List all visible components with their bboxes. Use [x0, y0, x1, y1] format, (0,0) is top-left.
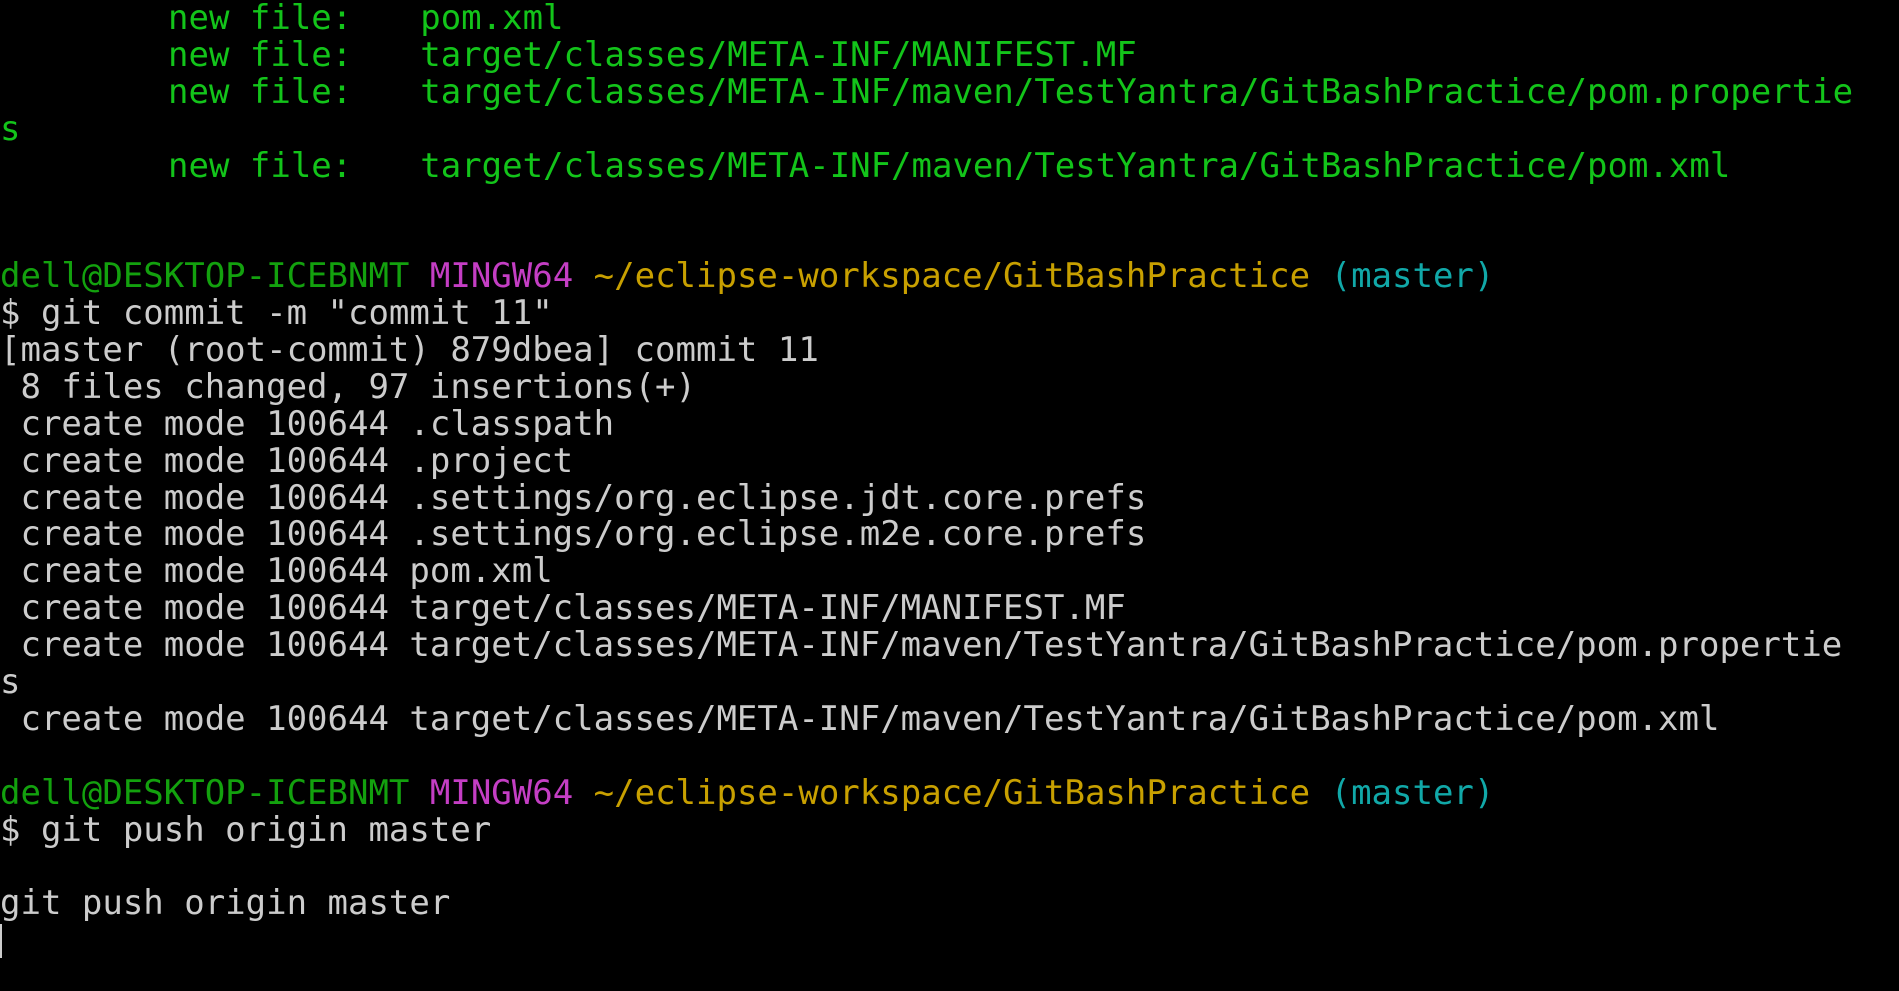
command-line: $ git push origin master — [0, 811, 492, 849]
prompt-shell: MINGW64 — [429, 258, 574, 296]
staged-label: new file: — [168, 0, 353, 37]
prompt-branch: (master) — [1330, 774, 1495, 812]
staged-label: new file: — [168, 73, 353, 111]
staged-label: new file: — [168, 36, 353, 74]
staged-file-line: new file: target/classes/META-INF/MANIFES… — [0, 37, 1899, 74]
staged-path: target/classes/META-INF/maven/TestYantra… — [420, 73, 1854, 111]
output-line: create mode 100644 .settings/org.eclipse… — [0, 479, 1147, 517]
staged-path: pom.xml — [420, 0, 564, 37]
output-line: create mode 100644 target/classes/META-I… — [0, 627, 1843, 665]
staged-path: target/classes/META-INF/maven/TestYantra… — [420, 147, 1731, 185]
input-line[interactable] — [0, 922, 1899, 959]
prompt-user: dell@DESKTOP-ICEBNMT — [0, 258, 410, 296]
staged-file-line: new file: target/classes/META-INF/maven/T… — [0, 74, 1899, 111]
output-line: create mode 100644 .project — [0, 442, 574, 480]
prompt-branch: (master) — [1330, 258, 1495, 296]
command-line: $ git commit -m "commit 11" — [0, 295, 553, 333]
staged-path: target/classes/META-INF/MANIFEST.MF — [420, 36, 1137, 74]
output-line: 8 files changed, 97 insertions(+) — [0, 368, 696, 406]
output-line: create mode 100644 target/classes/META-I… — [0, 590, 1126, 628]
prompt-shell: MINGW64 — [429, 774, 574, 812]
staged-wrap-text: s — [0, 110, 21, 148]
output-line: create mode 100644 pom.xml — [0, 553, 553, 591]
text-cursor — [0, 924, 2, 959]
output-line: s — [0, 664, 21, 701]
prompt-path: ~/eclipse-workspace/GitBashPractice — [593, 258, 1311, 296]
output-line: create mode 100644 .settings/org.eclipse… — [0, 516, 1147, 554]
staged-label: new file: — [168, 147, 353, 185]
output-line: create mode 100644 .classpath — [0, 405, 615, 443]
prompt-path: ~/eclipse-workspace/GitBashPractice — [593, 774, 1311, 812]
staged-wrap-line: s — [0, 111, 1899, 148]
prompt-user: dell@DESKTOP-ICEBNMT — [0, 774, 410, 812]
staged-file-line: new file: target/classes/META-INF/maven/T… — [0, 148, 1899, 185]
shell-prompt: dell@DESKTOP-ICEBNMT MINGW64 ~/eclipse-w… — [0, 775, 1899, 812]
echo-line: git push origin master — [0, 885, 451, 923]
output-line: [master (root-commit) 879dbea] commit 11 — [0, 332, 819, 369]
terminal-window[interactable]: new file: pom.xml new file: target/classes… — [0, 0, 1899, 991]
staged-file-line: new file: pom.xml — [0, 0, 1899, 37]
shell-prompt: dell@DESKTOP-ICEBNMT MINGW64 ~/eclipse-w… — [0, 258, 1899, 295]
output-line: create mode 100644 target/classes/META-I… — [0, 700, 1720, 738]
